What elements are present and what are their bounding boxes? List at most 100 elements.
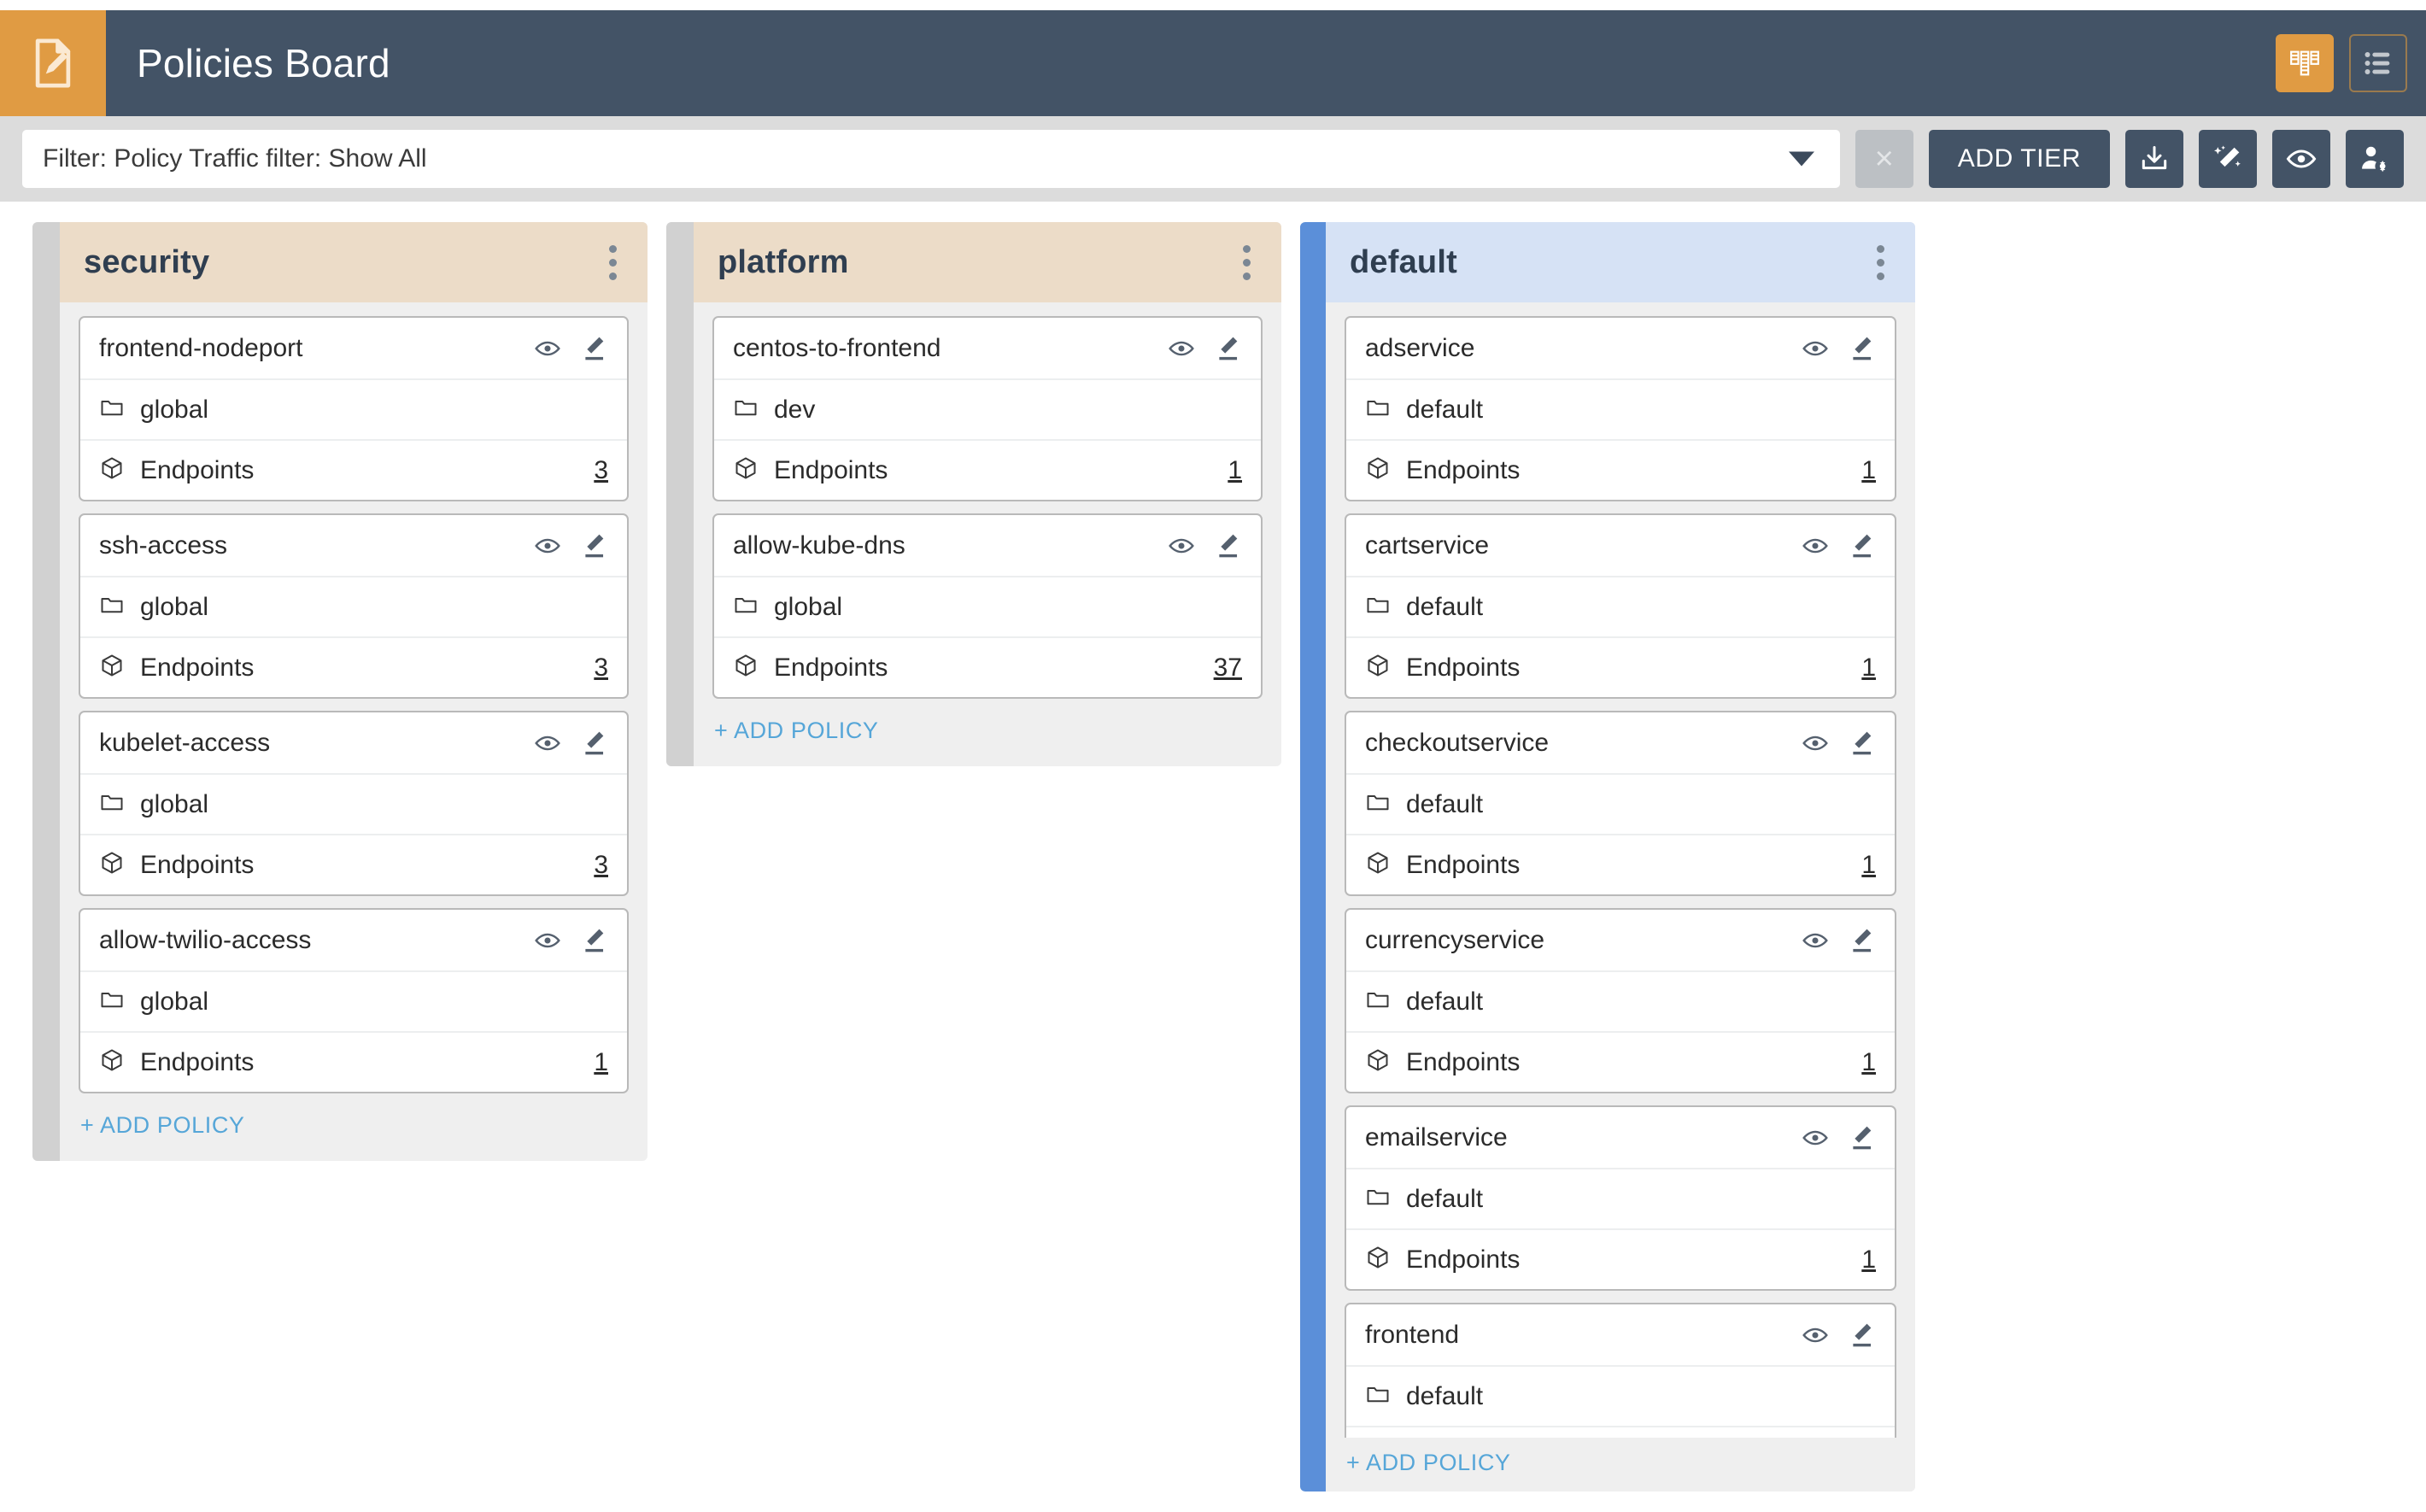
policy-filter-select[interactable]: Filter: Policy Traffic filter: Show All xyxy=(22,130,1840,188)
policy-scope-row: default xyxy=(1346,378,1895,439)
eye-icon[interactable] xyxy=(1801,334,1830,363)
policy-scope: global xyxy=(140,987,208,1017)
endpoints-count[interactable]: 1 xyxy=(1861,653,1876,683)
kebab-menu-icon[interactable] xyxy=(601,240,625,285)
policy-name: adservice xyxy=(1365,334,1474,363)
policy-card[interactable]: kubelet-access xyxy=(79,711,629,896)
policy-card-header: allow-kube-dns xyxy=(714,515,1261,576)
pencil-icon[interactable] xyxy=(579,926,608,955)
policy-card[interactable]: allow-twilio-access xyxy=(79,908,629,1093)
eye-icon[interactable] xyxy=(1801,926,1830,955)
eye-icon xyxy=(2285,143,2318,175)
endpoints-label: Endpoints xyxy=(1406,1245,1520,1275)
eye-icon[interactable] xyxy=(533,531,562,560)
cube-icon xyxy=(733,455,759,485)
pencil-icon[interactable] xyxy=(1847,729,1876,758)
endpoints-label: Endpoints xyxy=(1406,851,1520,880)
cube-icon xyxy=(1365,455,1391,485)
board-view-button[interactable] xyxy=(2276,34,2334,92)
cube-icon xyxy=(1365,1245,1391,1275)
policy-name: centos-to-frontend xyxy=(733,334,941,363)
kebab-menu-icon[interactable] xyxy=(1234,240,1259,285)
download-icon xyxy=(2138,143,2171,175)
policy-card[interactable]: cartservice xyxy=(1345,513,1896,699)
endpoints-count[interactable]: 1 xyxy=(1228,456,1242,485)
user-settings-button[interactable] xyxy=(2346,130,2404,188)
eye-icon[interactable] xyxy=(1801,531,1830,560)
policy-scope: default xyxy=(1406,1185,1483,1214)
list-view-button[interactable] xyxy=(2349,34,2407,92)
tier-policy-list[interactable]: adservice xyxy=(1326,302,1915,1491)
policy-endpoints-row: Endpoints 3 xyxy=(80,636,627,697)
endpoints-count[interactable]: 1 xyxy=(1861,1245,1876,1275)
folder-icon xyxy=(99,789,125,819)
kebab-menu-icon[interactable] xyxy=(1868,240,1893,285)
endpoints-count[interactable]: 1 xyxy=(1861,851,1876,880)
endpoints-count[interactable]: 3 xyxy=(594,653,608,683)
eye-icon[interactable] xyxy=(533,334,562,363)
pencil-icon[interactable] xyxy=(579,531,608,560)
policy-card-header: ssh-access xyxy=(80,515,627,576)
pencil-icon[interactable] xyxy=(1847,1123,1876,1152)
policy-scope: global xyxy=(140,396,208,425)
policy-card[interactable]: adservice xyxy=(1345,316,1896,501)
pencil-icon[interactable] xyxy=(1847,334,1876,363)
clear-filter-button[interactable]: × xyxy=(1855,130,1913,188)
endpoints-count[interactable]: 1 xyxy=(594,1048,608,1077)
policy-scope-row: global xyxy=(80,576,627,636)
folder-icon xyxy=(99,395,125,425)
policy-card[interactable]: allow-kube-dns xyxy=(712,513,1263,699)
endpoints-count[interactable]: 3 xyxy=(594,456,608,485)
policy-endpoints-row: Endpoints 1 xyxy=(1346,1031,1895,1092)
policy-card-header: cartservice xyxy=(1346,515,1895,576)
policy-name: ssh-access xyxy=(99,531,227,560)
cube-icon xyxy=(99,653,125,683)
eye-icon[interactable] xyxy=(1801,729,1830,758)
folder-icon xyxy=(1365,987,1391,1017)
policy-card-header: frontend xyxy=(1346,1304,1895,1365)
policy-scope-row: default xyxy=(1346,1365,1895,1426)
add-policy-button[interactable]: + ADD POLICY xyxy=(60,1093,648,1161)
eye-icon[interactable] xyxy=(1801,1321,1830,1350)
eye-icon[interactable] xyxy=(533,926,562,955)
add-policy-button[interactable]: + ADD POLICY xyxy=(694,699,1281,766)
eye-icon[interactable] xyxy=(533,729,562,758)
policy-card[interactable]: centos-to-frontend xyxy=(712,316,1263,501)
policy-scope: default xyxy=(1406,1382,1483,1411)
pencil-icon[interactable] xyxy=(1847,926,1876,955)
pencil-icon[interactable] xyxy=(579,729,608,758)
policy-card[interactable]: checkoutservice xyxy=(1345,711,1896,896)
pencil-icon[interactable] xyxy=(1213,334,1242,363)
policy-card[interactable]: emailservice xyxy=(1345,1105,1896,1291)
view-toggle-group xyxy=(2276,34,2426,92)
endpoints-count[interactable]: 1 xyxy=(1861,1048,1876,1077)
recommend-button[interactable] xyxy=(2199,130,2257,188)
policy-endpoints-row: Endpoints 3 xyxy=(80,439,627,500)
pencil-icon[interactable] xyxy=(1213,531,1242,560)
tier-policy-list: frontend-nodeport xyxy=(60,302,648,1093)
preview-button[interactable] xyxy=(2272,130,2330,188)
tier-accent-bar xyxy=(666,222,694,766)
eye-icon[interactable] xyxy=(1167,531,1196,560)
eye-icon[interactable] xyxy=(1801,1123,1830,1152)
endpoints-count[interactable]: 1 xyxy=(1861,456,1876,485)
endpoints-label: Endpoints xyxy=(140,653,254,683)
policy-card[interactable]: ssh-access xyxy=(79,513,629,699)
policy-card[interactable]: currencyservice xyxy=(1345,908,1896,1093)
policy-scope: default xyxy=(1406,987,1483,1017)
policy-card-header: centos-to-frontend xyxy=(714,318,1261,378)
pencil-icon[interactable] xyxy=(1847,531,1876,560)
policy-endpoints-row: Endpoints 1 xyxy=(714,439,1261,500)
endpoints-count[interactable]: 37 xyxy=(1214,653,1242,683)
policy-endpoints-row: Endpoints 3 xyxy=(80,834,627,894)
folder-icon xyxy=(1365,1381,1391,1411)
pencil-icon[interactable] xyxy=(1847,1321,1876,1350)
policy-name: allow-kube-dns xyxy=(733,531,905,560)
add-policy-button[interactable]: + ADD POLICY xyxy=(1326,1438,1915,1491)
policy-card[interactable]: frontend-nodeport xyxy=(79,316,629,501)
endpoints-count[interactable]: 3 xyxy=(594,851,608,880)
add-tier-button[interactable]: ADD TIER xyxy=(1929,130,2110,188)
eye-icon[interactable] xyxy=(1167,334,1196,363)
download-button[interactable] xyxy=(2125,130,2183,188)
pencil-icon[interactable] xyxy=(579,334,608,363)
